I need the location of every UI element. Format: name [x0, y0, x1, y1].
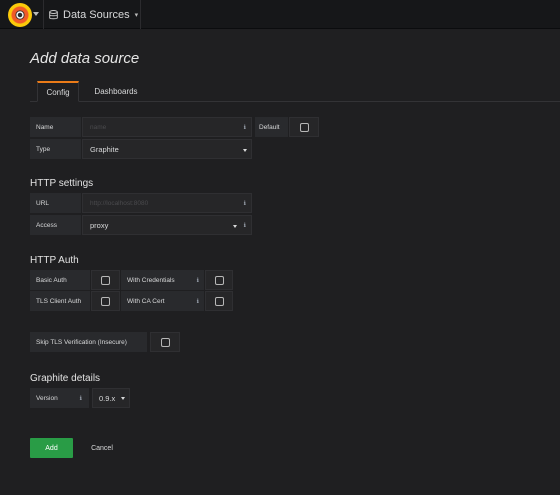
with-ca-cert-label: With CA Cert ℹ: [121, 291, 204, 311]
chevron-down-icon: [121, 397, 125, 400]
http-auth-title: HTTP Auth: [30, 255, 79, 266]
http-settings-title: HTTP settings: [30, 178, 94, 189]
skip-tls-checkbox[interactable]: [150, 332, 180, 352]
info-icon: ℹ: [243, 222, 246, 229]
version-label: Version ℹ: [30, 388, 89, 408]
with-ca-cert-checkbox[interactable]: [205, 291, 233, 311]
with-credentials-label: With Credentials ℹ: [121, 270, 204, 290]
chevron-down-icon: ▾: [134, 11, 139, 19]
basic-auth-checkbox[interactable]: [91, 270, 120, 290]
cancel-link[interactable]: Cancel: [82, 438, 122, 458]
name-input[interactable]: name ℹ: [82, 117, 252, 137]
skip-tls-label-text: Skip TLS Verification (Insecure): [36, 338, 127, 346]
checkbox-box: [214, 296, 224, 306]
type-value: Graphite: [90, 144, 119, 154]
type-select[interactable]: Graphite: [82, 139, 252, 159]
info-icon: ℹ: [243, 124, 246, 131]
tls-client-auth-checkbox[interactable]: [91, 291, 120, 311]
top-navbar: Data Sources ▾: [0, 0, 560, 29]
nav-divider: [140, 0, 141, 29]
checkbox-box: [214, 275, 224, 285]
default-checkbox[interactable]: [289, 117, 319, 137]
name-label-text: Name: [36, 123, 54, 131]
version-value: 0.9.x: [99, 393, 116, 403]
access-value: proxy: [90, 220, 109, 230]
name-placeholder: name: [90, 123, 107, 131]
menu-caret-icon: [33, 12, 39, 16]
url-input[interactable]: http://localhost:8080 ℹ: [82, 193, 252, 213]
chevron-down-icon: [243, 149, 247, 152]
grafana-logo-icon: [8, 2, 32, 27]
info-icon: ℹ: [196, 298, 199, 305]
access-label-text: Access: [36, 221, 57, 229]
checkbox-box: [101, 275, 110, 285]
url-placeholder: http://localhost:8080: [90, 199, 149, 207]
basic-auth-label-text: Basic Auth: [36, 276, 67, 284]
grafana-menu-button[interactable]: [3, 1, 43, 28]
skip-tls-label: Skip TLS Verification (Insecure): [30, 332, 147, 352]
tab-config[interactable]: Config: [37, 81, 79, 102]
database-icon: [49, 9, 58, 19]
page-title: Add data source: [30, 50, 140, 67]
info-icon: ℹ: [243, 200, 246, 207]
with-credentials-label-text: With Credentials: [127, 276, 175, 284]
with-credentials-checkbox[interactable]: [205, 270, 233, 290]
default-label-text: Default: [259, 123, 280, 131]
type-label: Type: [30, 139, 81, 159]
info-icon: ℹ: [79, 395, 82, 402]
access-select[interactable]: proxy ℹ: [82, 215, 252, 235]
tab-dashboards[interactable]: Dashboards: [86, 81, 146, 102]
nav-divider: [43, 0, 44, 29]
checkbox-box: [160, 337, 170, 347]
tls-client-auth-label-text: TLS Client Auth: [36, 297, 82, 305]
tls-client-auth-label: TLS Client Auth: [30, 291, 90, 311]
add-button[interactable]: Add: [30, 438, 73, 458]
checkbox-box: [299, 122, 309, 132]
chevron-down-icon: [233, 225, 237, 228]
url-label: URL: [30, 193, 81, 213]
checkbox-box: [101, 296, 110, 306]
type-label-text: Type: [36, 145, 51, 153]
default-label: Default: [255, 117, 288, 137]
breadcrumb-label: Data Sources: [63, 8, 130, 21]
version-select[interactable]: 0.9.x: [92, 388, 130, 408]
access-label: Access: [30, 215, 81, 235]
name-label: Name: [30, 117, 81, 137]
version-label-text: Version: [36, 394, 58, 402]
basic-auth-label: Basic Auth: [30, 270, 90, 290]
breadcrumb-data-sources[interactable]: Data Sources ▾: [49, 0, 139, 29]
with-ca-cert-label-text: With CA Cert: [127, 297, 165, 305]
url-label-text: URL: [36, 199, 50, 207]
graphite-details-title: Graphite details: [30, 373, 101, 384]
info-icon: ℹ: [196, 277, 199, 284]
